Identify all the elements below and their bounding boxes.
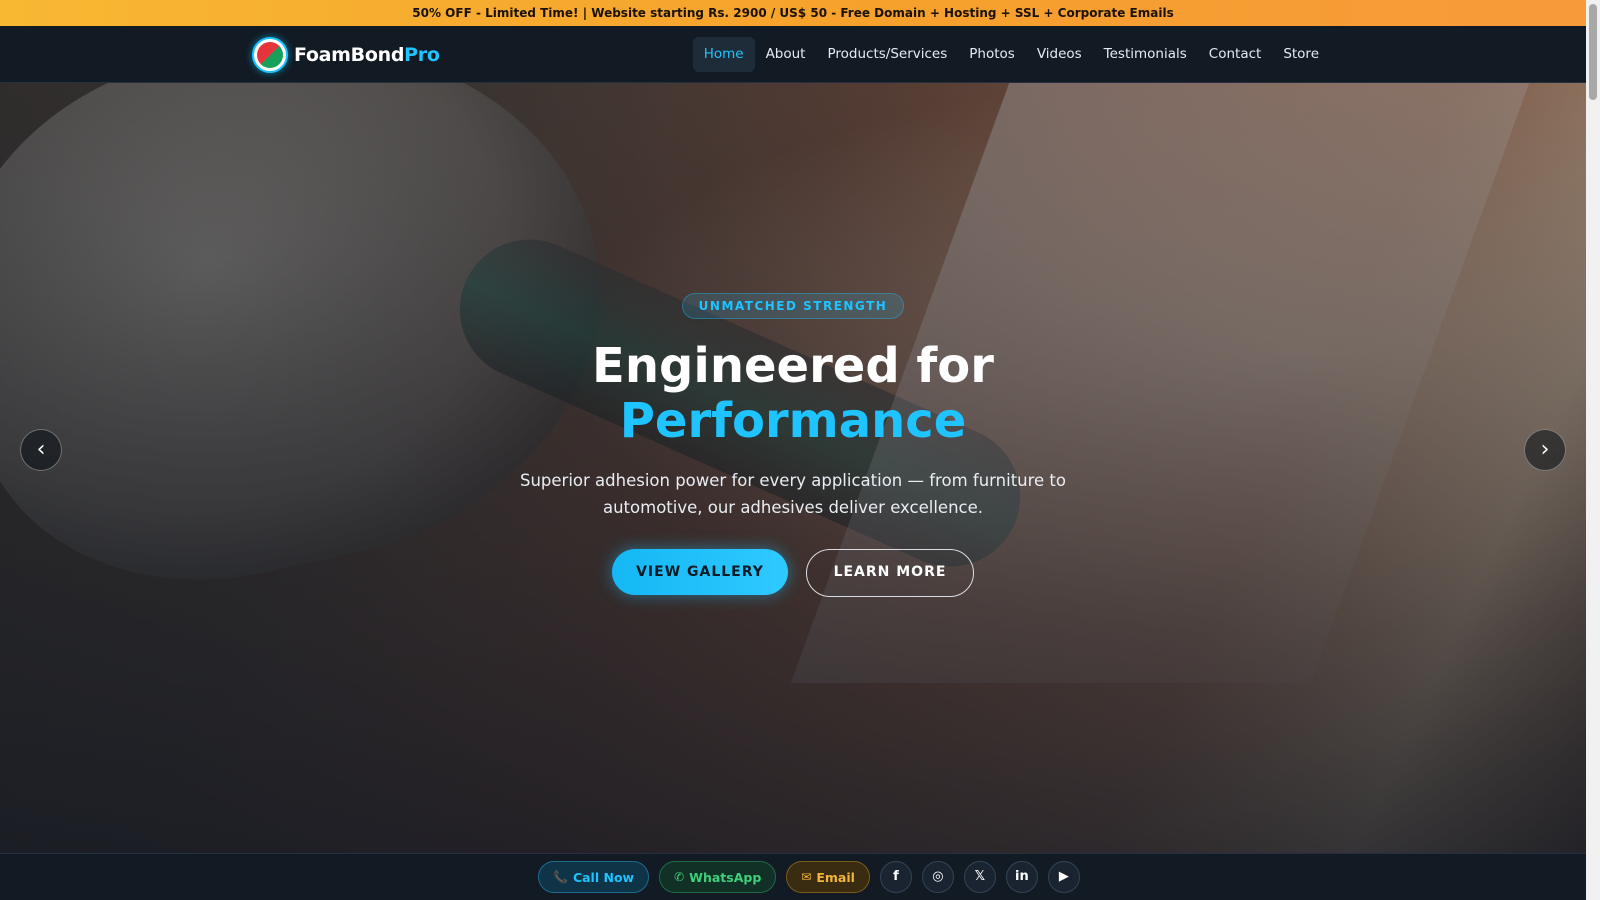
nav-item-store[interactable]: Store xyxy=(1272,37,1330,72)
contact-bar: 📞 Call Now ✆ WhatsApp ✉ Email f ◎ 𝕏 in ▶ xyxy=(0,853,1586,900)
brand[interactable]: FoamBondPro xyxy=(252,37,440,73)
call-now-button[interactable]: 📞 Call Now xyxy=(538,861,650,893)
hero-headline-accent: Performance xyxy=(619,393,967,449)
whatsapp-icon: ✆ xyxy=(674,870,685,884)
nav-item-contact[interactable]: Contact xyxy=(1198,37,1273,72)
nav-item-videos[interactable]: Videos xyxy=(1026,37,1093,72)
main-menu: Home About Products/Services Photos Vide… xyxy=(692,37,1330,72)
call-now-label: Call Now xyxy=(572,869,635,885)
navbar: FoamBondPro Home About Products/Services… xyxy=(0,26,1586,83)
nav-item-products-services[interactable]: Products/Services xyxy=(816,37,958,72)
view-gallery-button[interactable]: VIEW GALLERY xyxy=(612,549,788,595)
scrollbar-thumb[interactable] xyxy=(1589,4,1597,100)
promo-text: 50% OFF - Limited Time! | Website starti… xyxy=(412,6,1174,20)
email-label: Email xyxy=(816,869,855,885)
nav-item-home[interactable]: Home xyxy=(692,37,755,72)
nav-item-about[interactable]: About xyxy=(755,37,817,72)
hero-cta-row: VIEW GALLERY LEARN MORE xyxy=(0,549,1586,597)
facebook-icon[interactable]: f xyxy=(879,861,912,893)
whatsapp-button[interactable]: ✆ WhatsApp xyxy=(659,861,777,893)
envelope-icon: ✉ xyxy=(801,870,812,884)
promo-banner: 50% OFF - Limited Time! | Website starti… xyxy=(0,0,1586,26)
brand-name: FoamBondPro xyxy=(294,44,440,66)
linkedin-icon[interactable]: in xyxy=(1005,861,1038,893)
hero-content: UNMATCHED STRENGTH Engineered for Perfor… xyxy=(0,293,1586,597)
page-scrollbar[interactable] xyxy=(1586,0,1600,900)
whatsapp-label: WhatsApp xyxy=(689,869,762,885)
phone-icon: 📞 xyxy=(553,870,568,884)
youtube-icon[interactable]: ▶ xyxy=(1047,861,1080,893)
x-icon[interactable]: 𝕏 xyxy=(963,861,996,893)
learn-more-button[interactable]: LEARN MORE xyxy=(806,549,974,597)
brand-logo-icon xyxy=(252,37,288,73)
nav-item-testimonials[interactable]: Testimonials xyxy=(1093,37,1198,72)
hero-headline: Engineered for xyxy=(592,338,994,394)
hero-slider: ‹ › UNMATCHED STRENGTH Engineered for Pe… xyxy=(0,83,1586,853)
instagram-icon[interactable]: ◎ xyxy=(921,861,954,893)
nav-item-photos[interactable]: Photos xyxy=(958,37,1026,72)
email-button[interactable]: ✉ Email xyxy=(786,861,870,893)
hero-badge: UNMATCHED STRENGTH xyxy=(681,293,905,319)
hero-subtitle: Superior adhesion power for every applic… xyxy=(519,471,1066,517)
